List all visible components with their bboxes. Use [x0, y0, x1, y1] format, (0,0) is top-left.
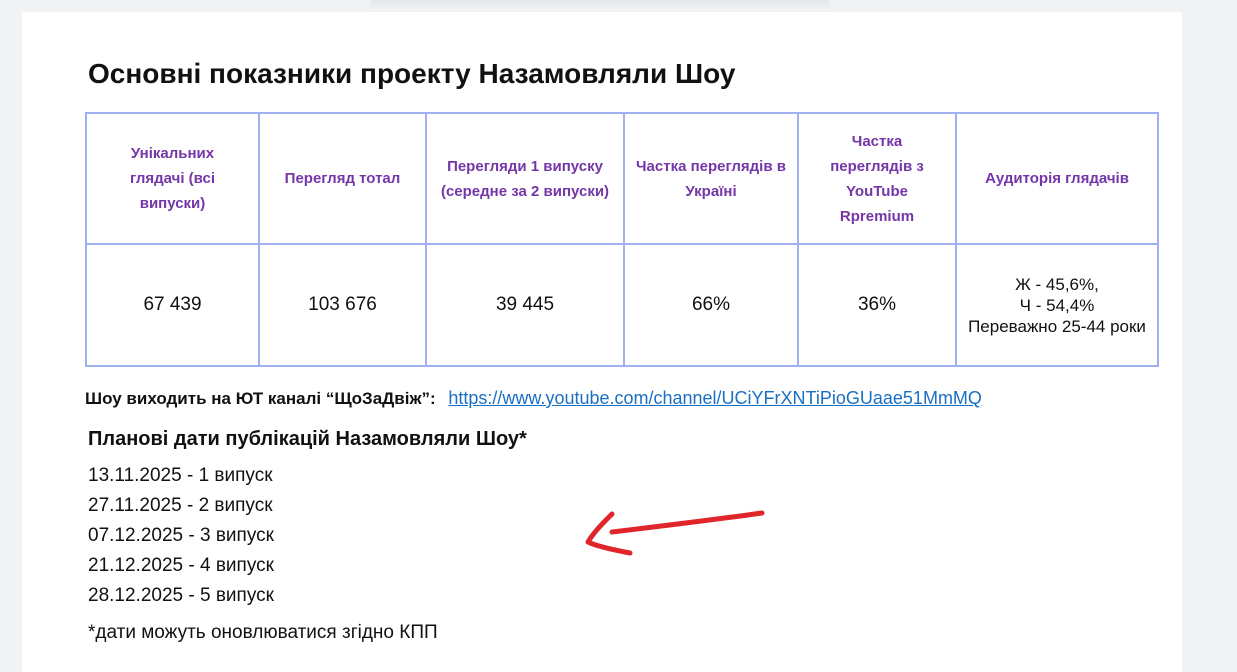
value-total-views: 103 676 — [258, 243, 427, 367]
header-views-per-episode-label: Перегляди 1 випуску (середне за 2 випуск… — [440, 157, 610, 200]
channel-label: Шоу виходить на ЮТ каналі “ЩоЗаДвіж”: — [85, 389, 436, 408]
document-page: Основні показники проекту Назамовляли Шо… — [22, 12, 1182, 672]
header-views-per-episode: Перегляди 1 випуску (середне за 2 випуск… — [425, 112, 625, 245]
header-premium-share: Частка переглядів з YouTube Rpremium — [797, 112, 957, 245]
value-ukraine-share: 66% — [623, 243, 799, 367]
header-audience: Аудиторія глядачів — [955, 112, 1159, 245]
kpi-values-row: 67 439 103 676 39 445 66% 36% Ж - 45,6%,… — [85, 243, 1159, 367]
header-premium-share-label: Частка переглядів з YouTube Rpremium — [830, 132, 924, 225]
channel-link[interactable]: https://www.youtube.com/channel/UCiYFrXN… — [448, 388, 982, 408]
value-premium-share: 36% — [797, 243, 957, 367]
channel-line: Шоу виходить на ЮТ каналі “ЩоЗаДвіж”: ht… — [85, 388, 982, 409]
value-views-per-episode: 39 445 — [425, 243, 625, 367]
schedule-item: 27.11.2025 - 2 випуск — [88, 495, 273, 516]
header-audience-label: Аудиторія глядачів — [985, 170, 1129, 187]
header-unique-viewers-label: Унікальних глядачі (всі випуски) — [129, 145, 216, 212]
schedule-item: 28.12.2025 - 5 випуск — [88, 585, 274, 606]
schedule-list: 13.11.2025 - 1 випуск 27.11.2025 - 2 вип… — [88, 464, 274, 614]
schedule-item: 21.12.2025 - 4 випуск — [88, 555, 274, 576]
value-unique-viewers: 67 439 — [85, 243, 260, 367]
header-ukraine-share-label: Частка переглядів в Україні — [636, 157, 786, 200]
header-unique-viewers: Унікальних глядачі (всі випуски) — [85, 112, 260, 245]
page-title: Основні показники проекту Назамовляли Шо… — [88, 58, 736, 89]
header-total-views: Перегляд тотал — [258, 112, 427, 245]
header-ukraine-share: Частка переглядів в Україні — [623, 112, 799, 245]
schedule-item: 13.11.2025 - 1 випуск — [88, 465, 273, 486]
schedule-title: Планові дати публікацій Назамовляли Шоу* — [88, 428, 527, 450]
schedule-footnote: *дати можуть оновлюватися згідно КПП — [88, 622, 438, 643]
kpi-header-row: Унікальних глядачі (всі випуски) Перегля… — [85, 112, 1159, 245]
schedule-item: 07.12.2025 - 3 випуск — [88, 525, 274, 546]
red-hand-drawn-arrow-icon — [585, 510, 765, 556]
top-bar-shadow — [370, 0, 830, 10]
header-total-views-label: Перегляд тотал — [284, 170, 401, 187]
value-audience: Ж - 45,6%, Ч - 54,4% Переважно 25-44 рок… — [955, 243, 1159, 367]
kpi-table: Унікальних глядачі (всі випуски) Перегля… — [85, 112, 1159, 367]
